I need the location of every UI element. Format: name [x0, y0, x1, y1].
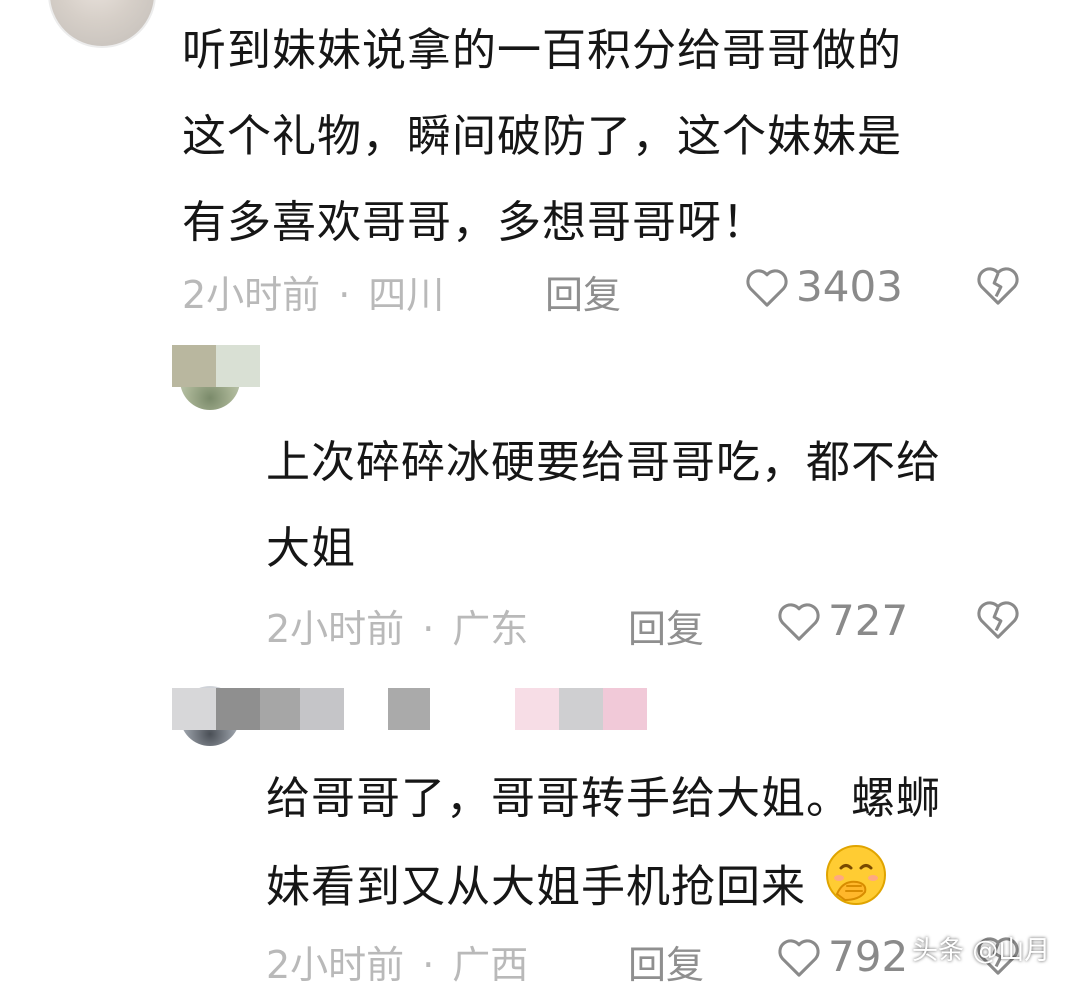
comment-1-meta: 2小时前 · 四川 — [182, 264, 444, 319]
comment-1-like-button[interactable]: 3403 — [744, 262, 903, 311]
username-commenter-3-blurred-8 — [603, 688, 647, 730]
comment-2-location: 广东 — [452, 607, 529, 651]
comment-3-time: 2小时前 — [266, 943, 405, 987]
username-commenter-3-blurred-6 — [515, 688, 559, 730]
comment-2-reply-button[interactable]: 回复 — [628, 598, 704, 653]
username-commenter-3-blurred — [172, 688, 216, 730]
comment-2-text: 上次碎碎冰硬要给哥哥吃，都不给 大姐 — [266, 420, 1056, 592]
comment-3-line-2: 妹看到又从大姐手机抢回来 — [266, 842, 1056, 937]
comment-1-dislike-button[interactable] — [975, 264, 1021, 310]
broken-heart-icon — [977, 601, 1019, 639]
hand-over-mouth-emoji — [823, 842, 889, 937]
comment-1-location: 四川 — [368, 273, 445, 317]
avatar-commenter-1[interactable] — [48, 0, 156, 48]
comment-1-reply-button[interactable]: 回复 — [545, 264, 621, 319]
heart-outline-icon — [746, 268, 788, 307]
comment-3-text: 给哥哥了，哥哥转手给大姐。螺蛳 妹看到又从大姐手机抢回来 — [266, 756, 1056, 937]
username-commenter-2-blurred-2 — [216, 345, 260, 387]
username-commenter-3-blurred-2 — [216, 688, 260, 730]
heart-outline-icon — [778, 938, 820, 977]
username-commenter-3-blurred-3 — [260, 688, 300, 730]
comment-1-line-3: 有多喜欢哥哥，多想哥哥呀！ — [182, 197, 767, 248]
comment-2-dislike-button[interactable] — [975, 598, 1021, 644]
comment-2-line-2: 大姐 — [266, 523, 356, 574]
comment-1-line-2: 这个礼物，瞬间破防了，这个妹妹是 — [182, 111, 902, 162]
meta-separator: · — [422, 943, 435, 987]
meta-separator: · — [422, 607, 435, 651]
comment-1-line-1: 听到妹妹说拿的一百积分给哥哥做的 — [182, 25, 902, 76]
username-commenter-3-blurred-4 — [300, 688, 344, 730]
comment-2-like-count: 727 — [828, 596, 909, 645]
comment-1-time: 2小时前 — [182, 273, 321, 317]
comment-2-meta: 2小时前 · 广东 — [266, 598, 528, 653]
comment-3-line-2-text: 妹看到又从大姐手机抢回来 — [266, 861, 806, 913]
broken-heart-icon — [977, 267, 1019, 305]
meta-separator: · — [338, 273, 351, 317]
heart-outline-icon — [778, 602, 820, 641]
username-commenter-2-blurred — [172, 345, 216, 387]
comment-2-like-button[interactable]: 727 — [776, 596, 908, 645]
comment-1-like-count: 3403 — [796, 262, 903, 311]
comment-3-line-1: 给哥哥了，哥哥转手给大姐。螺蛳 — [266, 773, 941, 824]
comment-1-text: 听到妹妹说拿的一百积分给哥哥做的 这个礼物，瞬间破防了，这个妹妹是 有多喜欢哥哥… — [182, 8, 1042, 266]
username-commenter-3-blurred-7 — [559, 688, 603, 730]
comment-3-meta: 2小时前 · 广西 — [266, 934, 528, 989]
comment-3-reply-button[interactable]: 回复 — [628, 934, 704, 989]
username-commenter-3-blurred-5 — [388, 688, 430, 730]
comment-3-like-button[interactable]: 792 — [776, 932, 908, 981]
comment-2-line-1: 上次碎碎冰硬要给哥哥吃，都不给 — [266, 437, 941, 488]
comment-3-location: 广西 — [452, 943, 529, 987]
comment-3-like-count: 792 — [828, 932, 909, 981]
watermark: 头条 @山月 — [912, 936, 1051, 966]
comment-2-time: 2小时前 — [266, 607, 405, 651]
